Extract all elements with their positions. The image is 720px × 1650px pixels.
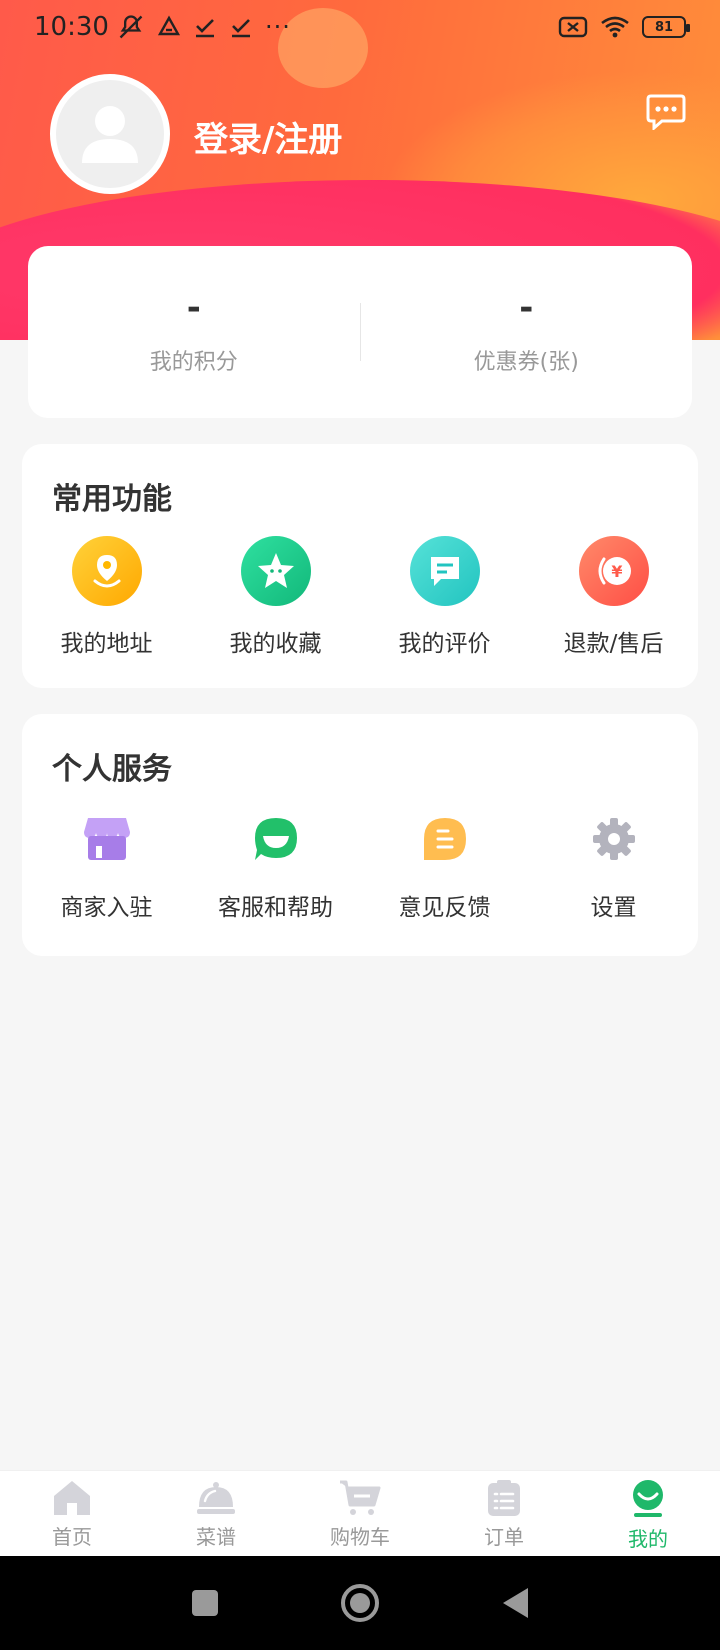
status-bar: 10:30 ··· 81: [0, 0, 720, 54]
system-navigation-bar: [0, 1556, 720, 1650]
my-favorites-button[interactable]: 我的收藏: [191, 536, 360, 658]
merchant-join-label: 商家入驻: [60, 895, 153, 921]
tab-cart[interactable]: 购物车: [288, 1471, 432, 1556]
personal-services-title: 个人服务: [52, 752, 172, 787]
svg-text:¥: ¥: [611, 562, 622, 581]
refund-aftersale-label: 退款/售后: [563, 631, 664, 657]
refund-aftersale-button[interactable]: ¥ 退款/售后: [529, 536, 698, 658]
status-time: 10:30: [34, 12, 109, 42]
settings-icon: [587, 812, 641, 866]
tab-profile[interactable]: 我的: [576, 1471, 720, 1556]
tab-profile-label: 我的: [628, 1527, 668, 1551]
profile-icon: [633, 1480, 663, 1517]
personal-services-card: 个人服务 商家入驻 客服和帮助 意见反馈 设置: [22, 714, 698, 956]
coupons-label: 优惠券(张): [473, 350, 579, 375]
drive-icon: [157, 15, 180, 36]
tab-cart-label: 购物车: [330, 1525, 390, 1549]
store-icon: [80, 812, 134, 866]
tab-orders-label: 订单: [484, 1525, 524, 1549]
my-points-value: -: [186, 288, 201, 328]
settings-button[interactable]: 设置: [529, 812, 698, 922]
my-points[interactable]: - 我的积分: [28, 288, 360, 376]
battery-icon: 81: [642, 16, 690, 38]
feedback-icon: [418, 812, 472, 866]
orders-icon: [488, 1480, 520, 1516]
points-card: - 我的积分 - 优惠券(张): [28, 246, 692, 418]
tab-recipes-label: 菜谱: [196, 1525, 236, 1549]
tab-home-label: 首页: [52, 1525, 92, 1549]
message-icon[interactable]: [646, 94, 686, 130]
merchant-join-button[interactable]: 商家入驻: [22, 812, 191, 922]
common-functions-card: 常用功能 我的地址 我的收藏 我的评价 ¥ 退款/售后: [22, 444, 698, 688]
recents-icon[interactable]: [190, 1588, 220, 1618]
my-reviews-label: 我的评价: [398, 631, 491, 657]
coupons-value: -: [519, 288, 534, 328]
common-functions-title: 常用功能: [52, 482, 172, 517]
wifi-icon: [601, 16, 629, 38]
coupons[interactable]: - 优惠券(张): [361, 288, 693, 376]
download-done-icon: [231, 19, 250, 38]
tab-home[interactable]: 首页: [0, 1471, 144, 1556]
login-register-link[interactable]: 登录/注册: [194, 112, 342, 161]
home-circle-icon[interactable]: [340, 1583, 380, 1623]
feedback-label: 意见反馈: [398, 895, 491, 921]
battery-level: 81: [654, 19, 674, 35]
my-reviews-button[interactable]: 我的评价: [360, 536, 529, 658]
cart-icon: [340, 1480, 381, 1515]
customer-service-label: 客服和帮助: [218, 895, 333, 921]
star-icon: [240, 536, 311, 606]
my-favorites-label: 我的收藏: [229, 631, 322, 657]
bottom-tab-bar: 首页 菜谱 购物车 订单 我的: [0, 1470, 720, 1556]
mute-icon: [119, 15, 143, 39]
comment-icon: [409, 536, 480, 606]
more-dots-icon: ···: [264, 13, 291, 41]
my-address-button[interactable]: 我的地址: [22, 536, 191, 658]
tab-orders[interactable]: 订单: [432, 1471, 576, 1556]
refund-icon: ¥: [578, 536, 649, 606]
my-points-label: 我的积分: [149, 350, 238, 375]
customer-service-icon: [249, 812, 303, 866]
tab-recipes[interactable]: 菜谱: [144, 1471, 288, 1556]
user-placeholder-icon: [82, 106, 138, 163]
no-sim-icon: [558, 16, 588, 38]
recipe-icon: [197, 1482, 235, 1514]
back-icon[interactable]: [500, 1586, 530, 1620]
my-address-label: 我的地址: [60, 631, 153, 657]
avatar[interactable]: [50, 74, 170, 194]
download-done-icon: [195, 19, 214, 38]
customer-service-button[interactable]: 客服和帮助: [191, 812, 360, 922]
feedback-button[interactable]: 意见反馈: [360, 812, 529, 922]
location-icon: [71, 536, 142, 606]
settings-label: 设置: [590, 895, 637, 921]
home-icon: [54, 1481, 90, 1515]
